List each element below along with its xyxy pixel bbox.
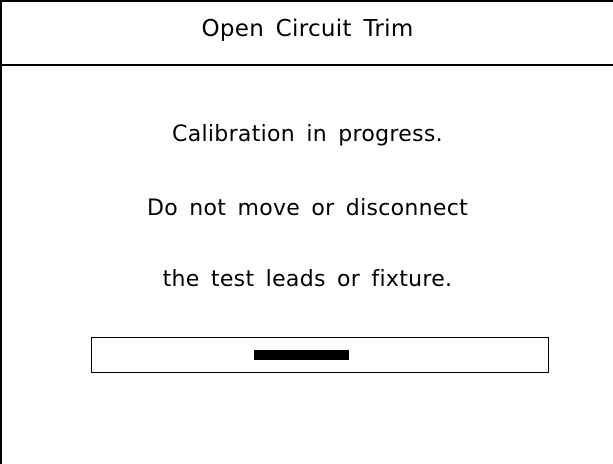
calibration-screen: Open Circuit Trim Calibration in progres… (0, 0, 613, 464)
progress-bar (91, 337, 549, 373)
warning-message-line-1: Do not move or disconnect (146, 196, 469, 221)
progress-busy-indicator (254, 350, 349, 360)
title-bar: Open Circuit Trim (2, 0, 613, 66)
warning-message-line-2: the test leads or fixture. (162, 267, 453, 292)
page-title: Open Circuit Trim (201, 16, 414, 42)
status-message-line-1: Calibration in progress. (172, 122, 443, 147)
